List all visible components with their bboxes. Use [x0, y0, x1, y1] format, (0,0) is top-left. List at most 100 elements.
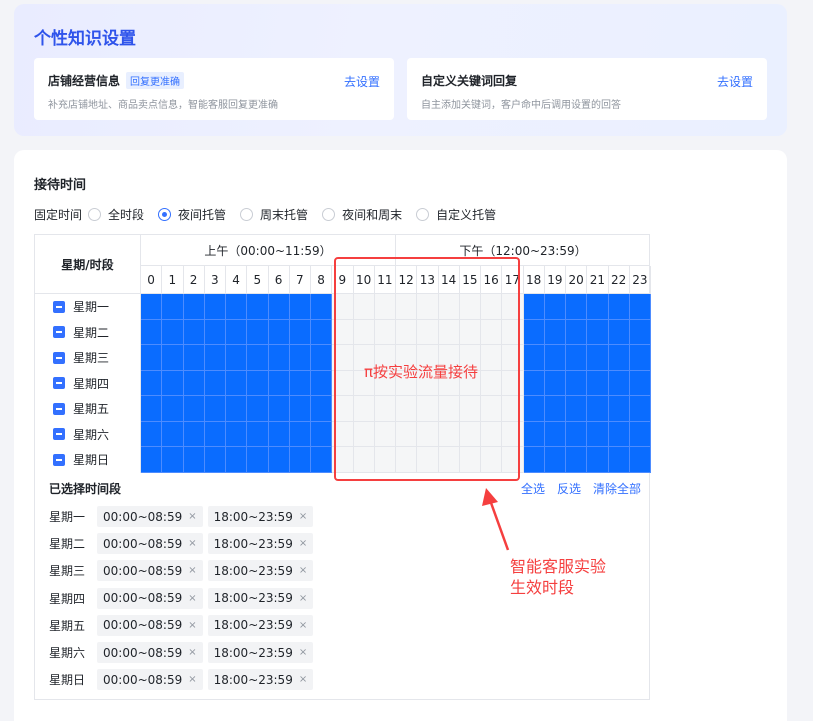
time-cell[interactable]	[502, 370, 524, 396]
time-cell[interactable]	[544, 396, 566, 422]
radio-circle[interactable]	[240, 207, 254, 221]
time-cell[interactable]	[204, 447, 226, 473]
time-cell[interactable]	[353, 396, 375, 422]
store-info-setup-link[interactable]: 去设置	[344, 73, 380, 90]
close-icon[interactable]: ×	[299, 593, 307, 604]
time-cell[interactable]	[226, 447, 248, 473]
time-cell[interactable]	[587, 421, 609, 447]
time-cell[interactable]	[183, 294, 205, 320]
time-cell[interactable]	[183, 447, 205, 473]
invert-selection-link[interactable]: 反选	[557, 480, 581, 497]
time-cell[interactable]	[183, 319, 205, 345]
time-cell[interactable]	[608, 294, 630, 320]
time-cell[interactable]	[226, 319, 248, 345]
time-cell[interactable]	[523, 447, 545, 473]
time-cell[interactable]	[162, 345, 184, 371]
mode-option-custom[interactable]: 自定义托管	[416, 206, 496, 223]
time-cell[interactable]	[374, 447, 396, 473]
time-cell[interactable]	[587, 396, 609, 422]
time-cell[interactable]	[247, 447, 269, 473]
close-icon[interactable]: ×	[188, 674, 196, 685]
time-cell[interactable]	[481, 396, 503, 422]
time-cell[interactable]	[268, 319, 290, 345]
time-cell[interactable]	[311, 319, 333, 345]
time-cell[interactable]	[226, 370, 248, 396]
time-cell[interactable]	[396, 294, 418, 320]
time-cell[interactable]	[566, 319, 588, 345]
time-cell[interactable]	[396, 319, 418, 345]
time-cell[interactable]	[311, 294, 333, 320]
time-cell[interactable]	[289, 294, 311, 320]
time-cell[interactable]	[608, 319, 630, 345]
time-cell[interactable]	[417, 396, 439, 422]
time-cell[interactable]	[289, 319, 311, 345]
time-cell[interactable]	[247, 396, 269, 422]
time-cell[interactable]	[459, 421, 481, 447]
time-cell[interactable]	[502, 421, 524, 447]
time-cell[interactable]	[247, 370, 269, 396]
time-cell[interactable]	[566, 294, 588, 320]
time-cell[interactable]	[523, 370, 545, 396]
time-cell[interactable]	[162, 396, 184, 422]
time-cell[interactable]	[162, 447, 184, 473]
time-cell[interactable]	[608, 370, 630, 396]
time-cell[interactable]	[523, 345, 545, 371]
time-cell[interactable]	[183, 396, 205, 422]
close-icon[interactable]: ×	[188, 565, 196, 576]
mode-option-weekend[interactable]: 周末托管	[240, 206, 308, 223]
time-cell[interactable]	[162, 294, 184, 320]
time-cell[interactable]	[587, 294, 609, 320]
time-cell[interactable]	[268, 345, 290, 371]
time-cell[interactable]	[162, 421, 184, 447]
time-cell[interactable]	[141, 447, 163, 473]
time-cell[interactable]	[481, 421, 503, 447]
time-cell[interactable]	[353, 319, 375, 345]
time-cell[interactable]	[417, 294, 439, 320]
time-cell[interactable]	[396, 447, 418, 473]
time-cell[interactable]	[226, 396, 248, 422]
time-cell[interactable]	[438, 421, 460, 447]
time-cell[interactable]	[204, 370, 226, 396]
time-cell[interactable]	[289, 396, 311, 422]
minus-checkbox-icon[interactable]	[53, 351, 65, 364]
time-cell[interactable]	[141, 294, 163, 320]
mode-option-all[interactable]: 全时段	[88, 206, 144, 223]
time-cell[interactable]	[204, 345, 226, 371]
mode-option-night-weekend[interactable]: 夜间和周末	[322, 206, 402, 223]
close-icon[interactable]: ×	[188, 538, 196, 549]
time-cell[interactable]	[629, 294, 651, 320]
time-cell[interactable]	[353, 294, 375, 320]
time-cell[interactable]	[481, 447, 503, 473]
time-cell[interactable]	[459, 319, 481, 345]
radio-circle[interactable]	[322, 207, 336, 221]
time-cell[interactable]	[459, 294, 481, 320]
time-cell[interactable]	[502, 319, 524, 345]
time-cell[interactable]	[268, 447, 290, 473]
close-icon[interactable]: ×	[299, 674, 307, 685]
time-cell[interactable]	[502, 345, 524, 371]
time-cell[interactable]	[459, 447, 481, 473]
time-cell[interactable]	[374, 319, 396, 345]
select-all-link[interactable]: 全选	[521, 480, 545, 497]
close-icon[interactable]: ×	[299, 647, 307, 658]
time-cell[interactable]	[544, 447, 566, 473]
time-cell[interactable]	[587, 345, 609, 371]
time-cell[interactable]	[289, 421, 311, 447]
time-cell[interactable]	[417, 421, 439, 447]
time-cell[interactable]	[629, 447, 651, 473]
time-cell[interactable]	[247, 345, 269, 371]
time-cell[interactable]	[566, 345, 588, 371]
minus-checkbox-icon[interactable]	[53, 300, 65, 313]
time-cell[interactable]	[396, 421, 418, 447]
time-cell[interactable]	[523, 421, 545, 447]
minus-checkbox-icon[interactable]	[53, 377, 65, 390]
time-cell[interactable]	[608, 421, 630, 447]
time-cell[interactable]	[162, 319, 184, 345]
time-cell[interactable]	[374, 421, 396, 447]
close-icon[interactable]: ×	[188, 620, 196, 631]
time-cell[interactable]	[502, 447, 524, 473]
time-cell[interactable]	[247, 319, 269, 345]
close-icon[interactable]: ×	[188, 647, 196, 658]
time-cell[interactable]	[332, 370, 354, 396]
time-cell[interactable]	[332, 421, 354, 447]
